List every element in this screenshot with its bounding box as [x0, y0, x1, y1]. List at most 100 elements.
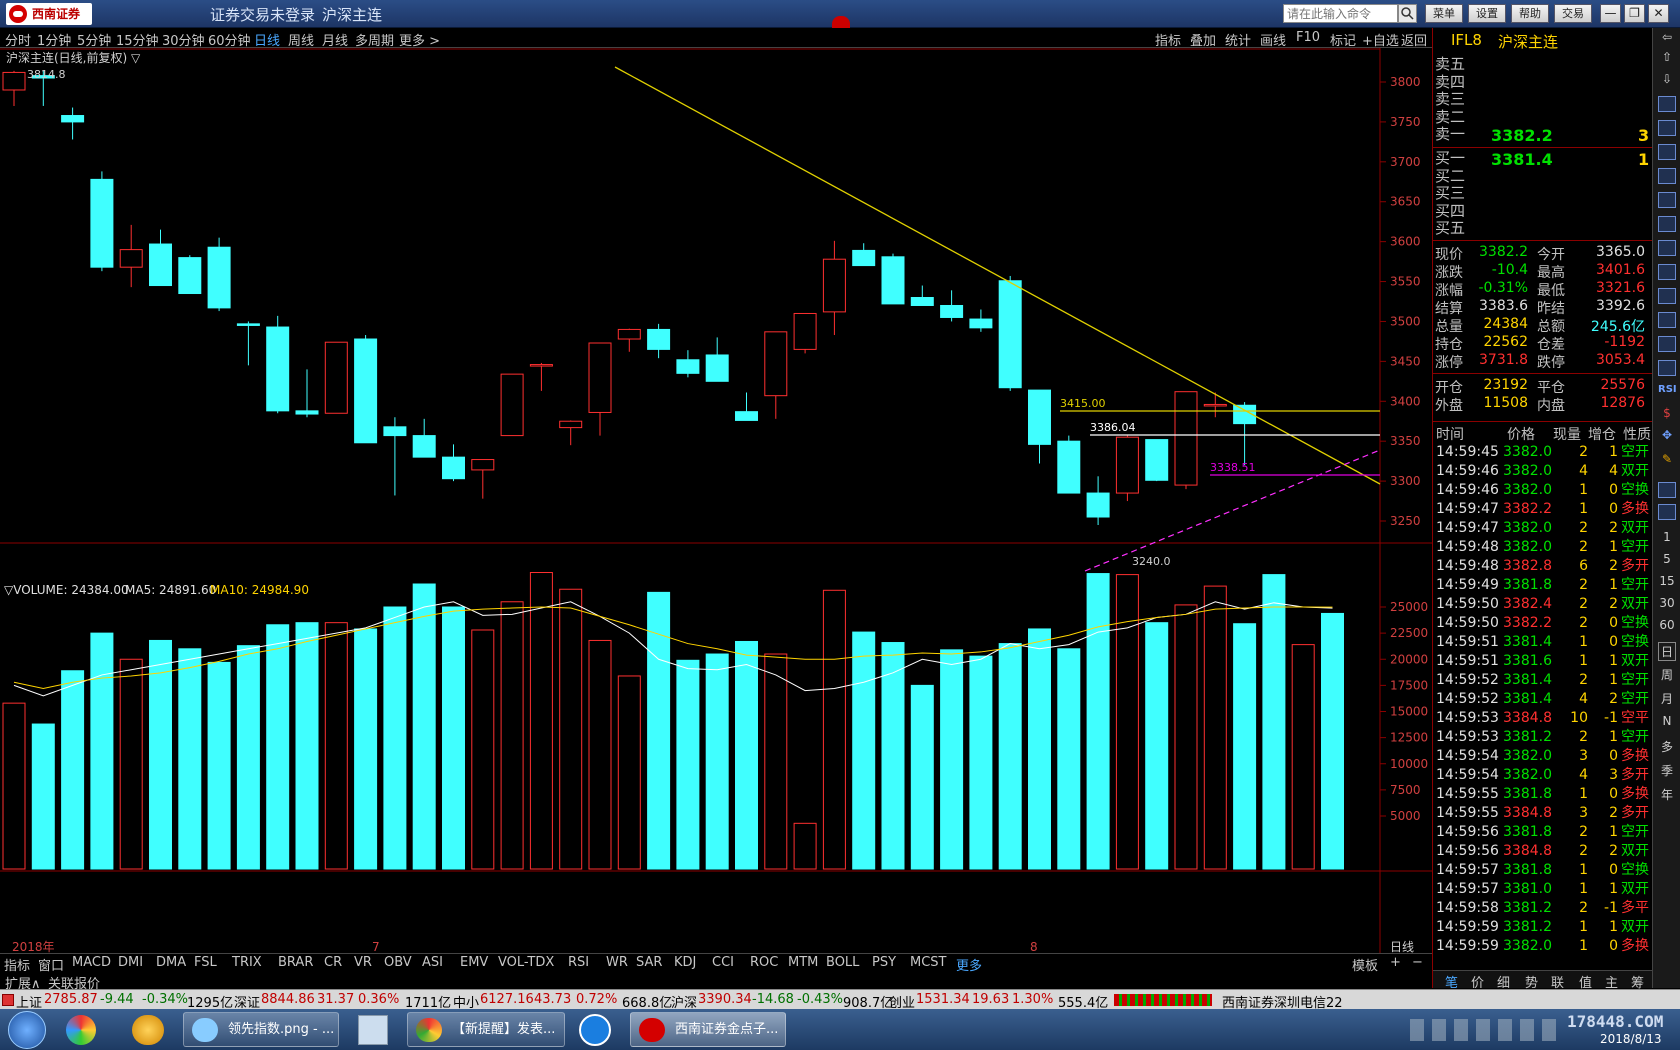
tool-draw[interactable]: 画线 [1260, 30, 1286, 49]
tool-back[interactable]: 返回 [1401, 30, 1427, 49]
f2-icon[interactable] [1658, 288, 1676, 304]
period-day[interactable]: 日 [1658, 642, 1676, 661]
indicator-tab[interactable]: OBV [384, 955, 412, 970]
close-button[interactable]: ✕ [1648, 4, 1669, 23]
panel-icon[interactable] [1658, 96, 1676, 112]
indicator-tab[interactable]: BRAR [278, 955, 313, 970]
kline-icon[interactable] [1658, 168, 1676, 184]
period-tab[interactable]: 15分钟 [116, 30, 159, 49]
bars-icon[interactable] [1658, 192, 1676, 208]
maximize-button[interactable]: ❐ [1624, 4, 1645, 23]
k-app-icon[interactable] [579, 1014, 611, 1046]
tool-mark[interactable]: 标记 [1330, 30, 1356, 49]
task-trading-app[interactable]: 西南证券金点子... [630, 1012, 786, 1047]
indicator-tab[interactable]: BOLL [826, 955, 859, 970]
period-15[interactable]: 15 [1658, 574, 1676, 588]
arrow-left-icon[interactable]: ⇦ [1658, 30, 1676, 44]
period-tab-more[interactable]: 更多 > [399, 30, 440, 49]
dollar-icon[interactable]: $ [1658, 406, 1676, 420]
indicator-right-control[interactable]: − [1412, 955, 1423, 970]
period-tab[interactable]: 30分钟 [162, 30, 205, 49]
pen-icon[interactable]: ✎ [1658, 452, 1676, 466]
grid-icon[interactable] [1658, 216, 1676, 232]
indicator-tab[interactable]: ROC [750, 955, 778, 970]
refresh-icon[interactable] [1658, 312, 1676, 328]
minimize-button[interactable]: — [1600, 4, 1621, 23]
tick-table[interactable]: 14:59:45 3382.0 2 1 空开 14:59:46 3382.0 4 4 双开 14:5… [1433, 443, 1653, 968]
tray-icons[interactable] [1410, 1019, 1560, 1041]
tool-stats[interactable]: 统计 [1225, 30, 1251, 49]
indicator-tab[interactable]: TRIX [232, 955, 262, 970]
collapse-toggle-icon[interactable] [832, 16, 850, 28]
indicator-tab[interactable]: VOL-TDX [498, 955, 554, 970]
indicator-tab[interactable]: CCI [712, 955, 734, 970]
line-icon[interactable] [1658, 360, 1676, 376]
chart-icon[interactable] [1658, 144, 1676, 160]
menu-button[interactable]: 菜单 [1425, 4, 1463, 23]
indicator-tab[interactable]: MCST [910, 955, 947, 970]
arrow-down-icon[interactable]: ⇩ [1658, 72, 1676, 86]
calculator-icon[interactable] [358, 1015, 388, 1045]
period-quarter[interactable]: 季 [1658, 762, 1676, 779]
period-tab[interactable]: 多周期 [355, 30, 394, 49]
period-tab[interactable]: 60分钟 [208, 30, 251, 49]
indicator-tab[interactable]: DMI [118, 955, 143, 970]
indicator-tab[interactable]: WR [606, 955, 628, 970]
indicator-right-control[interactable]: + [1390, 955, 1401, 970]
period-1[interactable]: 1 [1658, 530, 1676, 544]
indicator-tab[interactable]: SAR [636, 955, 662, 970]
period-month[interactable]: 月 [1658, 690, 1676, 707]
command-input[interactable] [1283, 4, 1398, 23]
picture-icon[interactable] [1658, 504, 1676, 520]
volume-bar [442, 606, 465, 870]
indicator-tab[interactable]: VR [354, 955, 372, 970]
period-60[interactable]: 60 [1658, 618, 1676, 632]
tool-add-watch[interactable]: +自选 [1362, 30, 1399, 49]
trade-button[interactable]: 交易 [1554, 4, 1592, 23]
window-icon[interactable] [1658, 336, 1676, 352]
app-icon-sun[interactable] [132, 1015, 164, 1045]
period-tab[interactable]: 分时 [5, 30, 31, 49]
rsi-button[interactable]: RSI [1658, 384, 1677, 395]
search-icon[interactable] [1398, 4, 1417, 23]
info-icon[interactable] [1658, 264, 1676, 280]
period-30[interactable]: 30 [1658, 596, 1676, 610]
settings-button[interactable]: 设置 [1468, 4, 1506, 23]
volume-bar [1115, 574, 1139, 870]
indicator-tab[interactable]: EMV [460, 955, 488, 970]
indicator-tab[interactable]: DMA [156, 955, 186, 970]
list-icon[interactable] [1658, 120, 1676, 136]
period-tab[interactable]: 月线 [322, 30, 348, 49]
task-browser[interactable]: 【新提醒】发表... [407, 1012, 565, 1047]
app-icon-pinwheel[interactable] [66, 1015, 96, 1045]
indicator-tab[interactable]: MTM [788, 955, 818, 970]
candle [1086, 476, 1110, 525]
indicator-tab[interactable]: CR [324, 955, 342, 970]
period-tab[interactable]: 1分钟 [37, 30, 71, 49]
f10-icon[interactable] [1658, 240, 1676, 256]
period-multi[interactable]: 多 [1658, 738, 1676, 755]
arrow-up-icon[interactable]: ⇧ [1658, 50, 1676, 64]
indicator-tab[interactable]: PSY [872, 955, 896, 970]
help-button[interactable]: 帮助 [1511, 4, 1549, 23]
move-icon[interactable]: ✥ [1658, 428, 1676, 442]
period-5[interactable]: 5 [1658, 552, 1676, 566]
period-tab[interactable]: 5分钟 [77, 30, 111, 49]
indicator-tab[interactable]: RSI [568, 955, 589, 970]
period-week[interactable]: 周 [1658, 666, 1676, 683]
tool-f10[interactable]: F10 [1296, 30, 1320, 45]
period-tab[interactable]: 周线 [288, 30, 314, 49]
f5-icon[interactable] [1658, 482, 1676, 498]
indicator-tab[interactable]: ASI [422, 955, 443, 970]
tool-indicator[interactable]: 指标 [1155, 30, 1181, 49]
indicator-tab[interactable]: FSL [194, 955, 217, 970]
start-button[interactable] [8, 1011, 46, 1049]
period-n[interactable]: N [1658, 714, 1676, 728]
task-image-viewer[interactable]: 领先指数.png - ... [183, 1012, 339, 1047]
indicator-tab[interactable]: MACD [72, 955, 111, 970]
period-tab-active[interactable]: 日线 [254, 30, 280, 49]
indicator-tab[interactable]: KDJ [674, 955, 696, 970]
kline-chart[interactable]: 3800 3750 3700 3650 3600 3550 3500 3450 3400 3350… [0, 48, 1432, 953]
tool-overlay[interactable]: 叠加 [1190, 30, 1216, 49]
period-year[interactable]: 年 [1658, 786, 1676, 803]
